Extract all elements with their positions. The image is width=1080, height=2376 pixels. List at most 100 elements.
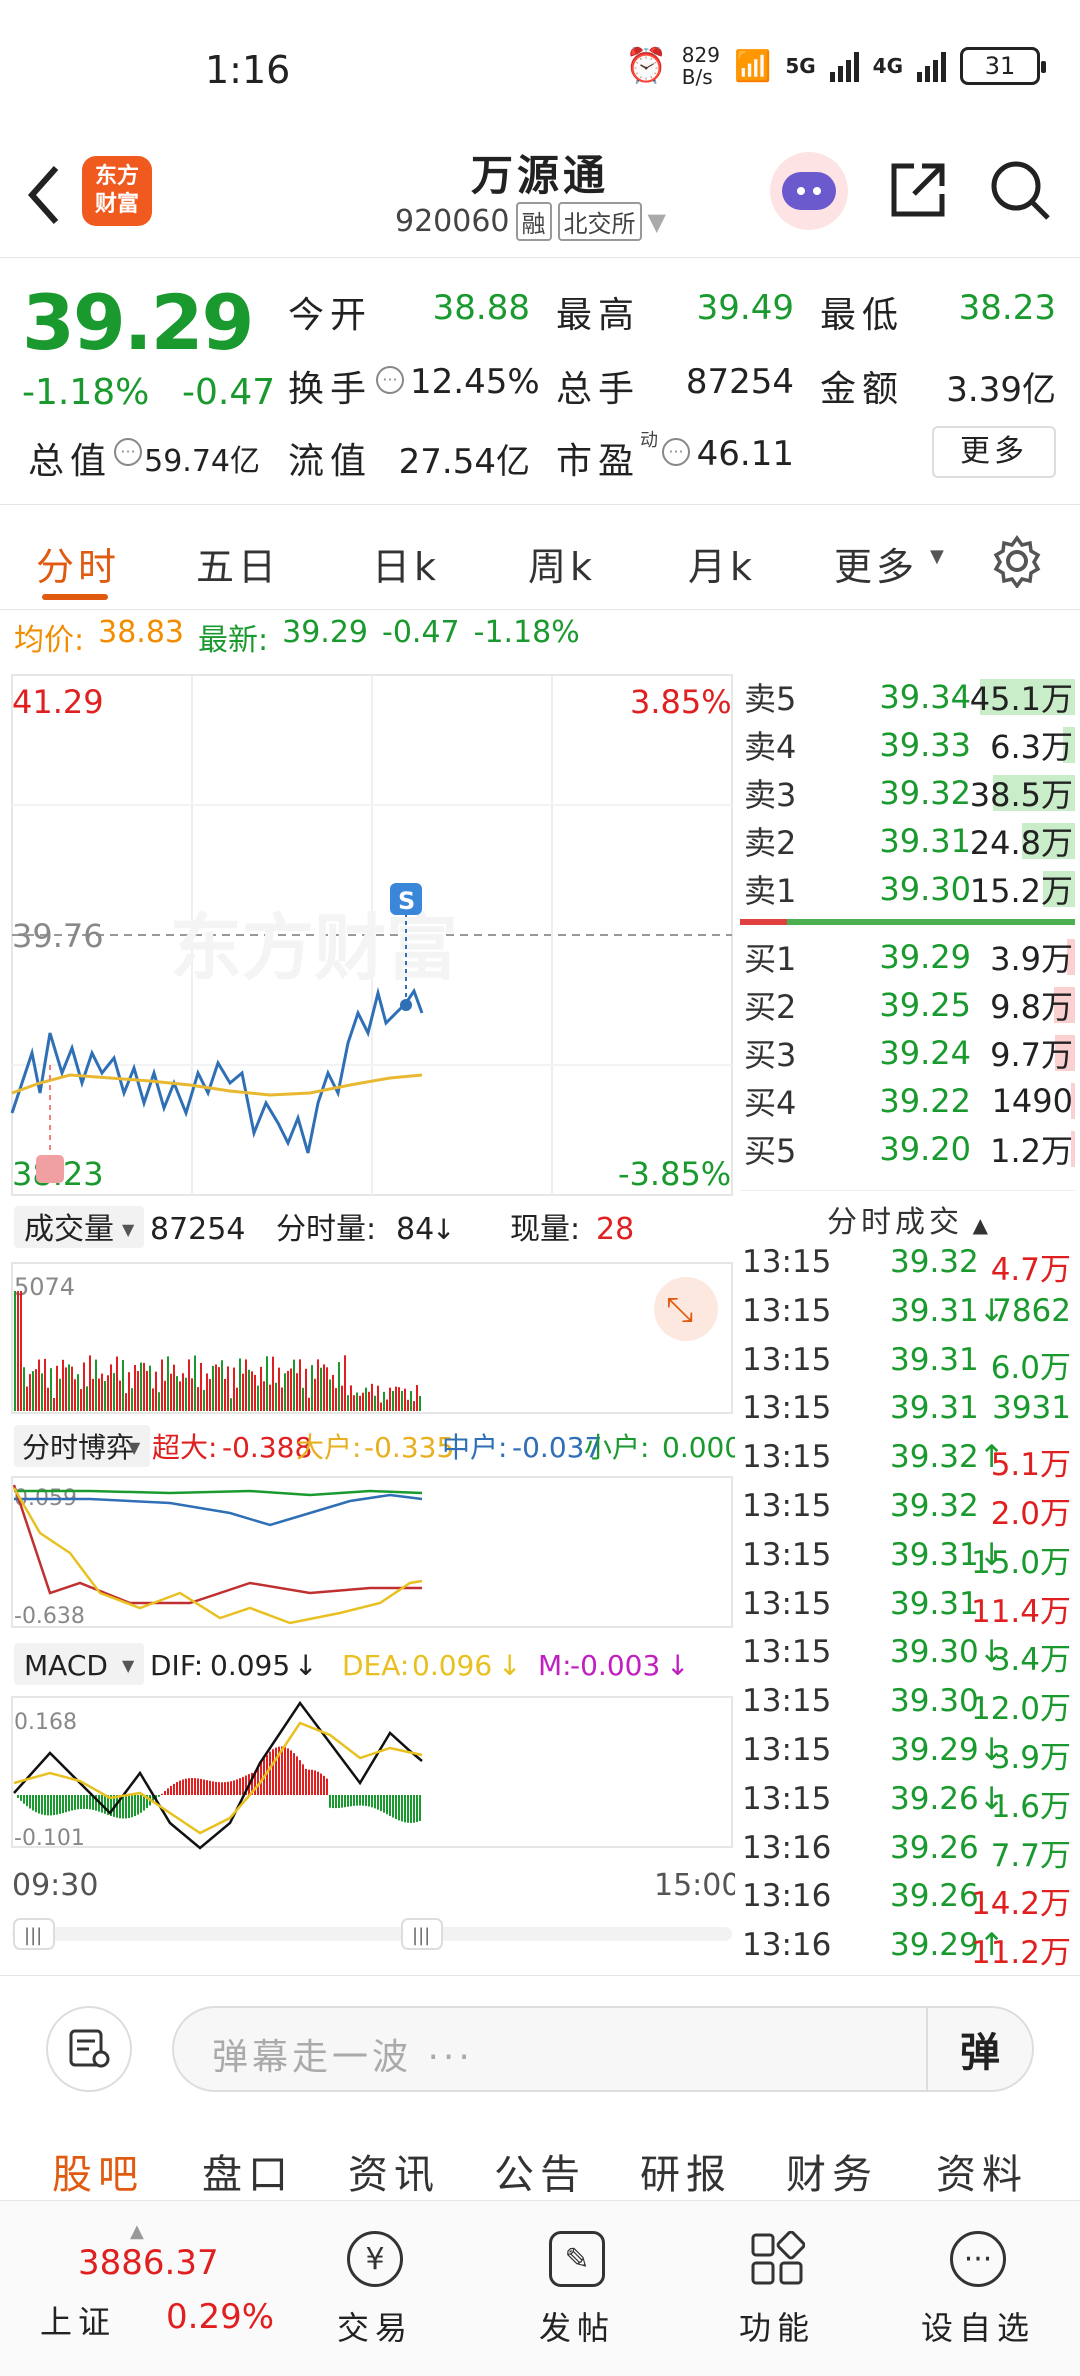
macd-bar (77, 1795, 79, 1810)
volume-bar (260, 1366, 262, 1411)
top-pct-label: 3.85% (630, 683, 732, 721)
tab-daily[interactable]: 日k (372, 536, 440, 591)
stock-header: 东方 财富 万源通 920060 融 北交所 ▼ (0, 140, 1080, 258)
tick-row: 13:15 39.30↓ 3.4万 (740, 1626, 1075, 1678)
volume-bar (329, 1379, 331, 1411)
tick-row: 13:15 39.31 11.4万 (740, 1578, 1075, 1630)
section-finance[interactable]: 财务 (786, 2142, 878, 2200)
macd-bar (161, 1793, 163, 1795)
time-scrollbar (12, 1927, 732, 1941)
volume-bar (125, 1393, 127, 1411)
volume-bar (68, 1364, 70, 1411)
intraday-chart[interactable]: 东方财富 41.29 3.85% 39.76 38.23 -3.85% S 成交… (10, 673, 742, 1973)
bid-row[interactable]: 买1 39.29 3.9万 (740, 933, 1075, 981)
macd-bar (236, 1779, 238, 1795)
tick-time: 13:15 (742, 1487, 832, 1524)
section-profile[interactable]: 资料 (936, 2142, 1028, 2200)
caret-down-icon: ▼ (128, 1438, 141, 1457)
bid-price: 39.20 (879, 1130, 971, 1168)
tick-price: 39.32↑ (890, 1439, 1005, 1476)
volume-bar (80, 1389, 82, 1411)
volume-bar (341, 1385, 343, 1411)
tick-row: 13:15 39.32↑ 5.1万 (740, 1431, 1075, 1483)
flow-xl-label: 超大: (152, 1431, 217, 1464)
tick-time: 13:15 (742, 1390, 832, 1427)
volume-bar (284, 1373, 286, 1411)
danmu-toggle-button[interactable]: 弹 (926, 2008, 1032, 2090)
tick-volume: 15.0万 (970, 1544, 1071, 1581)
ticks-title-row[interactable]: 分时成交 ▲ (740, 1190, 1075, 1240)
ask-row[interactable]: 卖2 39.31 24.8万 (740, 817, 1075, 865)
macd-bar (242, 1776, 244, 1795)
ask-row[interactable]: 卖5 39.34 45.1万 (740, 673, 1075, 721)
macd-bar (347, 1795, 349, 1807)
macd-bar (182, 1779, 184, 1795)
nav-post[interactable]: ✎ 发帖 (507, 2231, 647, 2349)
yen-icon: ¥ (347, 2231, 403, 2287)
index-ticker[interactable]: ▲ 3886.37 上证 0.29% (30, 2221, 290, 2343)
tab-monthly[interactable]: 月k (688, 536, 756, 591)
tab-intraday[interactable]: 分时 (36, 536, 120, 591)
tab-five-day[interactable]: 五日 (196, 536, 280, 591)
bid-row[interactable]: 买3 39.24 9.7万 (740, 1029, 1075, 1077)
bid-row[interactable]: 买5 39.20 1.2万 (740, 1125, 1075, 1173)
section-research[interactable]: 研报 (640, 2142, 732, 2200)
turnover-label: 换手 (288, 369, 373, 410)
edit-icon: ✎ (549, 2231, 605, 2287)
bid-row[interactable]: 买2 39.25 9.8万 (740, 981, 1075, 1029)
macd-bar (104, 1795, 106, 1814)
volume-bar (404, 1388, 406, 1411)
gear-icon[interactable] (990, 534, 1044, 588)
volume-bar (383, 1391, 385, 1411)
macd-bar (215, 1781, 217, 1795)
status-bar: 1:16 ⏰ 829 B/s 📶 5G 4G 31 (0, 0, 1080, 140)
volume-bar (350, 1385, 352, 1411)
tab-weekly[interactable]: 周k (528, 536, 596, 591)
info-icon[interactable]: ··· (376, 366, 404, 394)
nav-functions[interactable]: 功能 (707, 2231, 847, 2349)
vol-total: 87254 (150, 1212, 245, 1247)
section-news[interactable]: 资讯 (348, 2142, 440, 2200)
chart-svg: 东方财富 41.29 3.85% 39.76 38.23 -3.85% S 成交… (10, 674, 742, 1950)
volume-bar (239, 1358, 241, 1411)
float-value: 27.54亿 (398, 442, 530, 482)
tick-price: 39.26↓ (890, 1780, 1005, 1817)
section-pankou[interactable]: 盘口 (202, 2142, 294, 2200)
index-value: 3886.37 (78, 2243, 219, 2283)
macd-bar (317, 1771, 319, 1795)
tab-more[interactable]: 更多 (834, 536, 918, 591)
nav-add-watchlist[interactable]: ··· 设自选 (908, 2231, 1048, 2349)
bid-row[interactable]: 买4 39.22 1490 (740, 1077, 1075, 1125)
stock-code-row[interactable]: 920060 融 北交所 ▼ (395, 202, 666, 241)
info-icon-3[interactable]: ··· (662, 438, 690, 466)
low-label: 最低 (820, 295, 905, 336)
section-guba[interactable]: 股吧 (52, 2142, 144, 2200)
macd-bar (206, 1780, 208, 1795)
nav-trade[interactable]: ¥ 交易 (305, 2231, 445, 2349)
tick-volume: 7862 (992, 1292, 1071, 1329)
volume-bar (413, 1401, 415, 1411)
more-button[interactable]: 更多 (932, 426, 1056, 478)
post-list-icon[interactable] (46, 2006, 132, 2092)
ask-row[interactable]: 卖1 39.30 15.2万 (740, 865, 1075, 913)
macd-bar (227, 1781, 229, 1795)
macd-bar (38, 1795, 40, 1814)
volume-value: 87254 (685, 362, 794, 402)
avg-price-line: 均价: 38.83 最新: 39.29 -0.47 -1.18% (14, 615, 580, 659)
danmu-input[interactable]: 弹幕走一波 ··· 弹 (172, 2006, 1034, 2092)
tick-price: 39.30 (890, 1683, 979, 1720)
tick-time: 13:16 (742, 1829, 832, 1866)
ask-volume: 38.5万 (969, 776, 1073, 814)
ask-row[interactable]: 卖4 39.33 6.3万 (740, 721, 1075, 769)
tick-list[interactable]: 分时成交 ▲ 13:15 39.32 4.7万 13:15 39.31↓ 7862 13:1… (740, 1190, 1075, 1971)
ask-row[interactable]: 卖3 39.32 38.5万 (740, 769, 1075, 817)
info-icon-2[interactable]: ··· (114, 438, 142, 466)
flow-l: -0.335 (364, 1431, 454, 1464)
macd-bar (374, 1795, 376, 1809)
section-announce[interactable]: 公告 (494, 2142, 586, 2200)
share-icon[interactable] (886, 158, 950, 222)
macd-bar (185, 1778, 187, 1795)
volume-bar (410, 1391, 412, 1411)
assistant-avatar-icon[interactable] (770, 152, 848, 230)
search-icon[interactable] (986, 156, 1054, 224)
